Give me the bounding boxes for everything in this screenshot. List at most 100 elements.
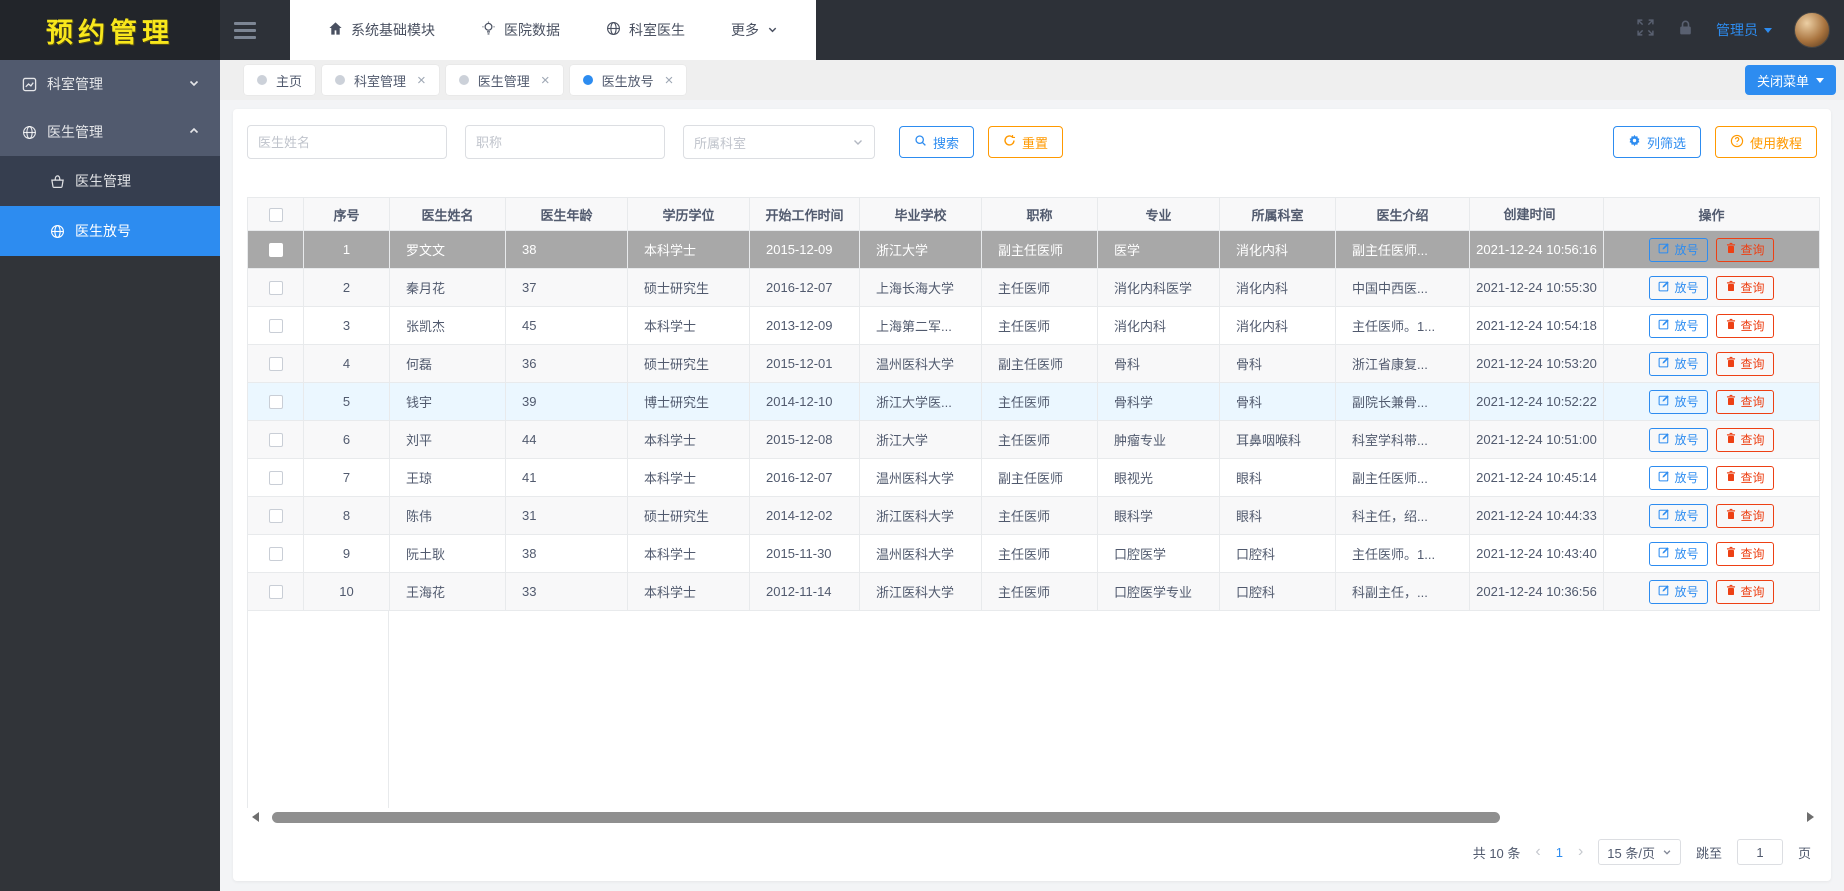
tab-doctor-release[interactable]: 医生放号 ×: [569, 65, 687, 95]
release-button[interactable]: 放号: [1649, 503, 1708, 528]
close-menu-label: 关闭菜单: [1756, 73, 1809, 89]
column-header-intro: 医生介绍: [1335, 197, 1470, 231]
nav-item-hospital-data[interactable]: 医院数据: [481, 20, 560, 40]
sidebar-item-doctor-release[interactable]: 医生放号: [0, 206, 220, 256]
chevron-up-icon: [188, 124, 200, 140]
sidebar-item-dept-mgmt[interactable]: 科室管理: [0, 60, 220, 108]
table-row[interactable]: 6 刘平 44 本科学士 2015-12-08 浙江大学 主任医师 肿瘤专业 耳鼻咽喉科 科室学科…: [247, 420, 1820, 459]
row-checkbox[interactable]: [268, 509, 283, 524]
row-checkbox[interactable]: [268, 319, 283, 334]
hamburger-menu-icon[interactable]: [234, 18, 256, 43]
prev-page-icon[interactable]: ‹: [1535, 844, 1540, 860]
select-all-checkbox[interactable]: [268, 207, 283, 222]
table-row[interactable]: 9 阮土耿 38 本科学士 2015-11-30 温州医科大学 主任医师 口腔医学 口腔科 主任医…: [247, 534, 1820, 573]
query-button[interactable]: 查询: [1715, 237, 1774, 262]
tab-dept-mgmt[interactable]: 科室管理 ×: [322, 65, 439, 95]
scrollbar-thumb[interactable]: [272, 811, 1500, 823]
row-checkbox[interactable]: [268, 281, 283, 296]
sidebar-item-doctor-mgmt-sub[interactable]: 医生管理: [0, 156, 220, 206]
trash-icon: [1725, 584, 1737, 599]
cell-created: 2021-12-24 10:45:14: [1469, 458, 1604, 497]
tab-dot-icon: [582, 75, 593, 85]
cell-actions: 放号 查询: [1603, 382, 1820, 421]
jump-page-input[interactable]: [1736, 839, 1783, 865]
scrollbar-track[interactable]: [262, 811, 1804, 823]
department-select[interactable]: 所属科室: [683, 125, 875, 159]
release-button[interactable]: 放号: [1649, 389, 1708, 414]
nav-item-more[interactable]: 更多: [731, 20, 778, 40]
question-circle-icon: [1730, 134, 1744, 151]
row-checkbox[interactable]: [268, 357, 283, 372]
release-button[interactable]: 放号: [1649, 237, 1708, 262]
app-logo: 预约管理: [0, 0, 220, 60]
release-button[interactable]: 放号: [1649, 541, 1708, 566]
close-tab-icon[interactable]: ×: [541, 73, 550, 88]
page-size-select[interactable]: 15 条/页: [1598, 839, 1681, 865]
cell-no: 1: [303, 230, 390, 269]
row-checkbox[interactable]: [268, 243, 283, 258]
close-tab-icon[interactable]: ×: [417, 73, 426, 88]
table-row[interactable]: 8 陈伟 31 硕士研究生 2014-12-02 浙江医科大学 主任医师 眼科学 眼科 科主任，绍…: [247, 496, 1820, 535]
page-number[interactable]: 1: [1556, 845, 1563, 860]
close-menu-button[interactable]: 关闭菜单: [1744, 65, 1836, 95]
avatar[interactable]: [1794, 12, 1830, 48]
query-button[interactable]: 查询: [1715, 465, 1774, 490]
user-menu[interactable]: 管理员: [1716, 20, 1772, 40]
release-button[interactable]: 放号: [1649, 313, 1708, 338]
table-row[interactable]: 10 王海花 33 本科学士 2012-11-14 浙江医科大学 主任医师 口腔医学专业 口腔科…: [247, 572, 1820, 611]
navbar-right: 管理员: [1636, 12, 1844, 48]
cell-start: 2013-12-09: [749, 306, 860, 345]
row-checkbox[interactable]: [268, 471, 283, 486]
tab-dot-icon: [335, 75, 346, 85]
row-checkbox[interactable]: [268, 585, 283, 600]
release-button[interactable]: 放号: [1649, 351, 1708, 376]
nav-item-system-base[interactable]: 系统基础模块: [328, 20, 435, 40]
table-row[interactable]: 3 张凯杰 45 本科学士 2013-12-09 上海第二军... 主任医师 消化内科 消化内科…: [247, 306, 1820, 345]
query-button[interactable]: 查询: [1715, 579, 1774, 604]
row-checkbox[interactable]: [268, 395, 283, 410]
query-button[interactable]: 查询: [1715, 503, 1774, 528]
column-filter-label: 列筛选: [1646, 135, 1686, 151]
tutorial-button[interactable]: 使用教程: [1714, 126, 1817, 158]
edit-icon: [1658, 280, 1670, 295]
close-tab-icon[interactable]: ×: [665, 73, 674, 88]
release-button[interactable]: 放号: [1649, 427, 1708, 452]
release-button[interactable]: 放号: [1649, 275, 1708, 300]
query-button[interactable]: 查询: [1715, 389, 1774, 414]
release-button[interactable]: 放号: [1649, 579, 1708, 604]
cell-intro: 中国中西医...: [1335, 268, 1470, 307]
row-checkbox[interactable]: [268, 547, 283, 562]
scroll-left-icon[interactable]: [247, 812, 259, 822]
column-header-created[interactable]: 创建时间: [1469, 197, 1604, 231]
query-button[interactable]: 查询: [1715, 541, 1774, 566]
tab-doctor-mgmt[interactable]: 医生管理 ×: [445, 65, 563, 95]
cell-degree: 本科学士: [627, 420, 750, 459]
doctor-name-input[interactable]: [247, 125, 447, 159]
next-page-icon[interactable]: ›: [1578, 844, 1583, 860]
table-row[interactable]: 4 何磊 36 硕士研究生 2015-12-01 温州医科大学 副主任医师 骨科 骨科 浙江省康复…: [247, 344, 1820, 383]
scroll-right-icon[interactable]: [1807, 812, 1819, 822]
table-row[interactable]: 7 王琼 41 本科学士 2016-12-07 温州医科大学 副主任医师 眼视光 眼科 副主任医师…: [247, 458, 1820, 497]
tab-home[interactable]: 主页: [244, 65, 316, 95]
query-button[interactable]: 查询: [1715, 313, 1774, 338]
lock-icon[interactable]: [1677, 19, 1694, 41]
reset-button[interactable]: 重置: [988, 126, 1064, 158]
sort-icon[interactable]: [1562, 206, 1570, 224]
job-title-input[interactable]: [465, 125, 665, 159]
row-checkbox[interactable]: [268, 433, 283, 448]
column-filter-button[interactable]: 列筛选: [1612, 126, 1701, 158]
nav-item-dept-doctor[interactable]: 科室医生: [606, 20, 685, 40]
query-button[interactable]: 查询: [1715, 275, 1774, 300]
query-button[interactable]: 查询: [1715, 427, 1774, 452]
fullscreen-icon[interactable]: [1636, 18, 1655, 42]
cell-age: 41: [505, 458, 628, 497]
table-row[interactable]: 5 钱宇 39 博士研究生 2014-12-10 浙江大学医... 主任医师 骨科学 骨科 副院长…: [247, 382, 1820, 421]
table-row[interactable]: 2 秦月花 37 硕士研究生 2016-12-07 上海长海大学 主任医师 消化内科医学 消化内…: [247, 268, 1820, 307]
release-button[interactable]: 放号: [1649, 465, 1708, 490]
trash-icon: [1725, 546, 1737, 561]
table-row[interactable]: 1 罗文文 38 本科学士 2015-12-09 浙江大学 副主任医师 医学 消化内科 副主任医师…: [247, 230, 1820, 269]
query-button[interactable]: 查询: [1715, 351, 1774, 376]
search-button[interactable]: 搜索: [899, 126, 975, 158]
top-nav-menu: 系统基础模块 医院数据 科室医生 更多: [290, 0, 816, 60]
sidebar-item-doctor-mgmt[interactable]: 医生管理: [0, 108, 220, 156]
